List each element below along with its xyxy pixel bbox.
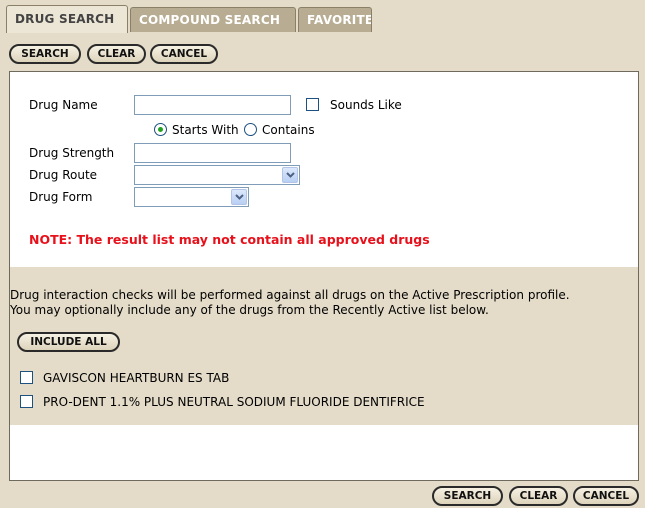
sounds-like-label: Sounds Like [330,98,402,112]
tab-favorites[interactable]: FAVORITES [298,7,372,32]
clear-button-bottom[interactable]: CLEAR [509,486,568,506]
search-button-bottom[interactable]: SEARCH [432,486,503,506]
interaction-text-line1: Drug interaction checks will be performe… [10,288,570,302]
drug-form-select[interactable] [134,187,249,207]
drug-strength-input[interactable] [134,143,291,163]
chevron-down-icon[interactable] [231,189,247,205]
contains-label: Contains [262,123,315,137]
contains-radio[interactable] [244,123,257,136]
include-all-button[interactable]: INCLUDE ALL [17,332,120,352]
drug-form-label: Drug Form [29,190,93,204]
results-note: NOTE: The result list may not contain al… [29,232,430,247]
tab-drug-search[interactable]: DRUG SEARCH [6,5,128,33]
radio-selected-dot [158,127,163,132]
starts-with-label: Starts With [172,123,239,137]
clear-button-top[interactable]: CLEAR [87,44,146,64]
chevron-down-icon[interactable] [282,167,298,183]
drug-name-input[interactable] [134,95,291,115]
drug-route-label: Drug Route [29,168,98,182]
interaction-description: Drug interaction checks will be performe… [10,288,638,318]
sounds-like-checkbox[interactable] [306,98,319,111]
cancel-button-bottom[interactable]: CANCEL [573,486,639,506]
tab-compound-search[interactable]: COMPOUND SEARCH [130,7,296,32]
interaction-section: Drug interaction checks will be performe… [10,267,638,425]
cancel-button-top[interactable]: CANCEL [150,44,218,64]
tab-bar: DRUG SEARCH COMPOUND SEARCH FAVORITES [0,0,645,33]
drug-route-select[interactable] [134,165,300,185]
search-button-top[interactable]: SEARCH [9,44,81,64]
drug-search-panel: Drug Name Sounds Like Starts With Contai… [9,71,639,481]
drug-item-label: PRO-DENT 1.1% PLUS NEUTRAL SODIUM FLUORI… [43,395,425,409]
drug-checkbox-pro-dent[interactable] [20,395,33,408]
interaction-text-line2: You may optionally include any of the dr… [10,303,489,317]
drug-checkbox-gaviscon[interactable] [20,371,33,384]
drug-name-label: Drug Name [29,98,98,112]
drug-strength-label: Drug Strength [29,146,115,160]
drug-item-label: GAVISCON HEARTBURN ES TAB [43,371,230,385]
starts-with-radio[interactable] [154,123,167,136]
